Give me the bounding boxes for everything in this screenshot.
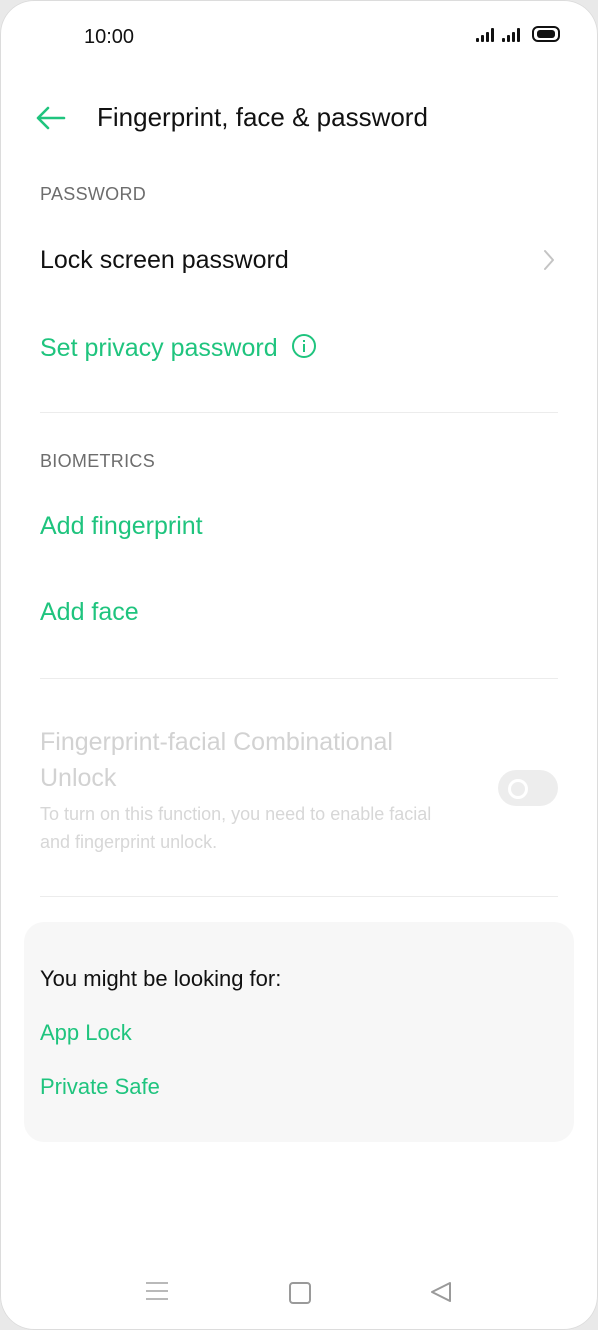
app-bar: Fingerprint, face & password bbox=[0, 92, 598, 144]
combinational-unlock-title: Fingerprint-facial Combinational Unlock bbox=[40, 728, 393, 792]
suggestion-private-safe[interactable]: Private Safe bbox=[40, 1074, 160, 1100]
chevron-right-icon bbox=[544, 250, 554, 270]
status-icons bbox=[476, 26, 560, 42]
lock-screen-password-label: Lock screen password bbox=[40, 246, 289, 274]
set-privacy-password-label: Set privacy password bbox=[40, 334, 278, 362]
divider bbox=[40, 896, 558, 897]
navigation-bar bbox=[0, 1270, 598, 1314]
section-label-password: PASSWORD bbox=[40, 184, 147, 204]
combinational-unlock-toggle[interactable] bbox=[498, 770, 558, 806]
toggle-knob bbox=[508, 779, 528, 799]
signal-icon bbox=[476, 28, 494, 42]
combinational-unlock-subtitle: To turn on this function, you need to en… bbox=[40, 804, 432, 852]
menu-icon[interactable] bbox=[146, 1282, 168, 1302]
battery-icon bbox=[532, 26, 560, 42]
phone-screen: 10:00 Fingerprint, face & password PASSW… bbox=[0, 0, 598, 1330]
back-arrow-icon[interactable] bbox=[34, 104, 68, 132]
add-face-item[interactable]: Add face bbox=[40, 598, 139, 627]
signal-icon-2 bbox=[502, 28, 520, 42]
suggestions-card: You might be looking for: App Lock Priva… bbox=[24, 922, 574, 1142]
divider bbox=[40, 678, 558, 679]
info-icon[interactable] bbox=[291, 334, 316, 358]
section-label-biometrics: BIOMETRICS bbox=[40, 451, 156, 471]
status-bar: 10:00 bbox=[0, 0, 598, 70]
status-time: 10:00 bbox=[84, 26, 135, 48]
page-title: Fingerprint, face & password bbox=[97, 102, 428, 132]
back-triangle-icon[interactable] bbox=[428, 1280, 454, 1304]
add-fingerprint-item[interactable]: Add fingerprint bbox=[40, 512, 203, 541]
divider bbox=[40, 412, 558, 413]
home-icon[interactable] bbox=[289, 1282, 311, 1304]
suggestion-app-lock[interactable]: App Lock bbox=[40, 1020, 132, 1046]
suggestions-title: You might be looking for: bbox=[40, 966, 282, 991]
